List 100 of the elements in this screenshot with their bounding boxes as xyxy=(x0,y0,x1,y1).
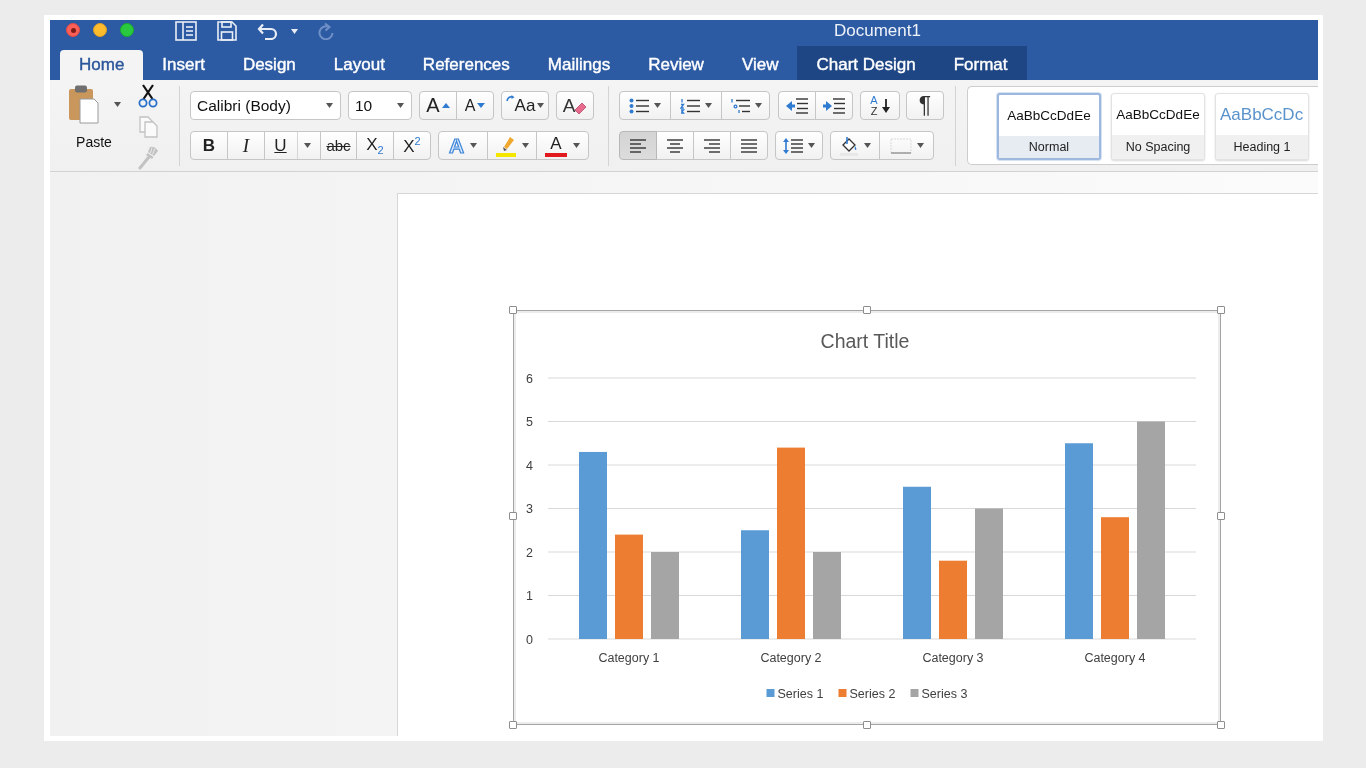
resize-handle[interactable] xyxy=(863,306,871,314)
superscript-button[interactable]: X$^{2}$ xyxy=(393,131,431,160)
category-label: Category 4 xyxy=(1084,651,1146,665)
sort-button[interactable]: A Z xyxy=(860,91,900,120)
ribbon-tab[interactable]: Mailings xyxy=(528,50,630,80)
axis-tick-label: 2 xyxy=(526,545,533,560)
caret-icon xyxy=(808,143,815,148)
highlighter-icon xyxy=(495,134,517,157)
caret-icon[interactable] xyxy=(114,101,121,107)
ribbon-tab[interactable]: Insert xyxy=(143,50,224,80)
axis-tick-label: 5 xyxy=(526,415,533,429)
ribbon-tab[interactable]: Home xyxy=(60,50,144,80)
style-preview: AaBbCcDdEe xyxy=(1006,107,1092,125)
align-right-icon xyxy=(702,138,722,153)
show-marks-button[interactable]: ¶ xyxy=(906,91,944,120)
bullets-button[interactable] xyxy=(619,91,671,120)
grow-font-button[interactable]: A xyxy=(419,91,457,120)
axis-tick-label: 6 xyxy=(526,371,533,386)
align-left-icon xyxy=(628,138,648,153)
style-item[interactable]: AaBbCcDdEe No Spacing xyxy=(1111,93,1205,160)
style-name: Normal xyxy=(999,136,1099,158)
resize-handle[interactable] xyxy=(1217,306,1225,314)
axis-tick-label: 0 xyxy=(526,632,533,647)
decrease-indent-button[interactable] xyxy=(778,91,816,120)
numbered-list-icon xyxy=(680,97,700,114)
font-name-field[interactable]: Calibri (Body) xyxy=(190,91,341,120)
border-icon xyxy=(889,137,912,154)
numbering-button[interactable] xyxy=(670,91,722,120)
line-spacing-button[interactable] xyxy=(775,131,823,160)
panel-icon[interactable] xyxy=(175,21,197,41)
italic-button[interactable]: I xyxy=(227,131,265,160)
axis-tick-label: 3 xyxy=(526,502,533,516)
decrease-indent-icon xyxy=(786,97,808,114)
change-case-button[interactable]: Aa xyxy=(501,91,549,120)
category-label: Category 1 xyxy=(598,651,660,665)
clear-formatting-button[interactable]: A xyxy=(556,91,594,120)
down-triangle-icon xyxy=(477,103,486,108)
minimize-icon[interactable] xyxy=(93,23,107,37)
ribbon-tab[interactable]: Layout xyxy=(314,50,404,80)
ribbon-tab[interactable]: View xyxy=(722,50,798,80)
ribbon-tab[interactable]: References xyxy=(403,50,529,80)
align-left-button[interactable] xyxy=(619,131,657,160)
align-justify-button[interactable] xyxy=(730,131,768,160)
style-item[interactable]: AaBbCcDc Heading 1 xyxy=(1215,93,1309,160)
align-justify-icon xyxy=(739,138,759,153)
increase-indent-icon xyxy=(823,97,845,114)
undo-icon[interactable] xyxy=(257,22,279,40)
caret-icon xyxy=(537,103,545,108)
font-color-button[interactable]: A xyxy=(536,131,589,160)
caret-icon xyxy=(522,143,529,148)
shading-button[interactable] xyxy=(830,131,880,160)
resize-handle[interactable] xyxy=(509,512,517,520)
ribbon-tab[interactable]: Chart Design xyxy=(797,46,935,80)
align-center-icon xyxy=(665,138,685,153)
category-label: Category 3 xyxy=(922,651,984,665)
caret-icon xyxy=(754,103,762,108)
resize-handle[interactable] xyxy=(509,306,517,314)
caret-icon xyxy=(573,143,580,148)
caret-icon xyxy=(654,103,661,108)
caret-icon xyxy=(470,143,478,148)
bulleted-list-icon xyxy=(629,97,649,114)
style-item[interactable]: AaBbCcDdEe Normal xyxy=(997,93,1101,160)
align-right-button[interactable] xyxy=(693,131,731,160)
resize-handle[interactable] xyxy=(863,721,871,729)
paste-button[interactable]: Paste xyxy=(63,84,125,154)
strikethrough-button[interactable]: abc xyxy=(320,131,357,160)
window-title: Document1 xyxy=(834,21,921,41)
resize-handle[interactable] xyxy=(1217,721,1225,729)
down-arrow-icon xyxy=(881,98,890,113)
underline-button[interactable]: U xyxy=(264,131,321,160)
color-bar-icon xyxy=(545,152,567,157)
caret-icon[interactable] xyxy=(397,103,404,108)
multilevel-list-button[interactable] xyxy=(721,91,770,120)
caret-icon[interactable] xyxy=(326,103,333,108)
scissors-icon[interactable] xyxy=(137,84,159,108)
ribbon-tab[interactable]: Format xyxy=(934,46,1027,80)
resize-handle[interactable] xyxy=(509,721,517,729)
paint-bucket-icon xyxy=(839,135,859,156)
caret-icon xyxy=(303,143,311,148)
caret-icon[interactable] xyxy=(291,28,298,34)
subscript-button[interactable]: X$_{2}$ xyxy=(356,131,394,160)
category-label: Category 2 xyxy=(760,651,822,665)
zoom-icon[interactable] xyxy=(120,23,134,37)
line-spacing-icon xyxy=(783,137,803,154)
style-preview: AaBbCcDdEe xyxy=(1115,106,1201,124)
align-center-button[interactable] xyxy=(656,131,694,160)
caret-icon xyxy=(705,103,712,108)
save-icon[interactable] xyxy=(217,21,237,41)
resize-handle[interactable] xyxy=(1217,512,1225,520)
axis-tick-label: 1 xyxy=(526,589,533,603)
font-size-field[interactable]: 10 xyxy=(348,91,412,120)
multilevel-list-icon xyxy=(729,97,750,114)
shrink-font-button[interactable]: A xyxy=(456,91,494,120)
clipboard-icon xyxy=(68,84,100,124)
close-icon[interactable] xyxy=(66,23,80,37)
chart-title: Chart Title xyxy=(820,330,910,352)
increase-indent-button[interactable] xyxy=(815,91,853,120)
bold-button[interactable]: B xyxy=(190,131,228,160)
ribbon-tab[interactable]: Design xyxy=(223,50,315,80)
ribbon-tab[interactable]: Review xyxy=(629,50,723,80)
